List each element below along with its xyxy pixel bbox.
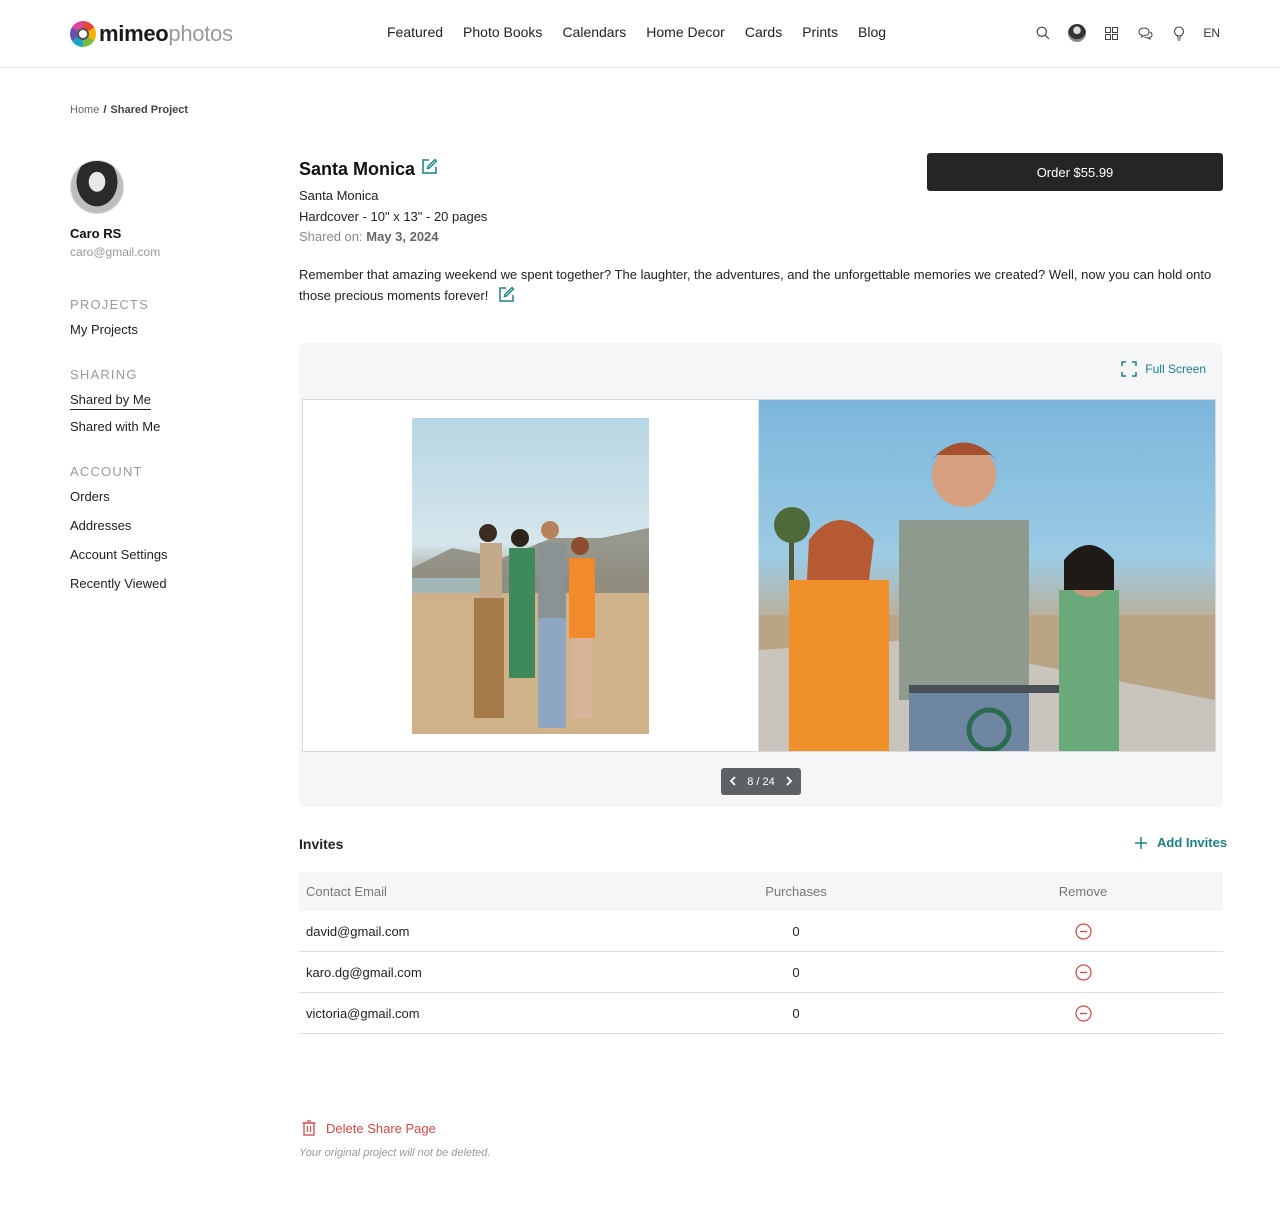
- table-row: david@gmail.com 0: [299, 911, 1223, 952]
- edit-title-icon[interactable]: [421, 158, 438, 180]
- edit-description-icon[interactable]: [498, 286, 515, 309]
- invite-email: victoria@gmail.com: [306, 1005, 420, 1021]
- remove-invite-button[interactable]: [1074, 1004, 1092, 1022]
- project-title-row: Santa Monica: [299, 158, 438, 180]
- sidebar-item-my-projects[interactable]: My Projects: [70, 322, 138, 337]
- breadcrumb-separator: /: [103, 104, 107, 116]
- lightbulb-icon[interactable]: [1169, 22, 1189, 44]
- delete-label: Delete Share Page: [326, 1120, 436, 1136]
- language-selector[interactable]: EN: [1203, 26, 1220, 40]
- delete-note: Your original project will not be delete…: [299, 1147, 491, 1159]
- table-row: karo.dg@gmail.com 0: [299, 952, 1223, 993]
- left-page: [303, 400, 759, 751]
- table-row: victoria@gmail.com 0: [299, 993, 1223, 1034]
- account-sidebar: Caro RS caro@gmail.com PROJECTS My Proje…: [70, 160, 260, 593]
- fullscreen-button[interactable]: Full Screen: [1121, 361, 1206, 377]
- nav-calendars[interactable]: Calendars: [562, 24, 626, 40]
- section-title-sharing: SHARING: [70, 367, 138, 382]
- nav-blog[interactable]: Blog: [858, 24, 886, 40]
- logo-icon: [70, 21, 96, 47]
- breadcrumb-home[interactable]: Home: [70, 104, 99, 116]
- sidebar-item-account-settings[interactable]: Account Settings: [70, 547, 168, 562]
- column-remove: Remove: [1058, 884, 1108, 899]
- project-subtitle: Santa Monica: [299, 188, 379, 203]
- book-spread: [302, 399, 1216, 752]
- sidebar-item-recently-viewed[interactable]: Recently Viewed: [70, 576, 167, 591]
- column-contact-email: Contact Email: [306, 884, 387, 899]
- invite-email: karo.dg@gmail.com: [306, 964, 422, 980]
- invites-title: Invites: [299, 836, 344, 852]
- user-email: caro@gmail.com: [70, 245, 161, 259]
- chat-icon[interactable]: [1135, 22, 1155, 44]
- nav-prints[interactable]: Prints: [802, 24, 838, 40]
- invites-table: Contact Email Purchases Remove david@gma…: [299, 872, 1223, 1034]
- sidebar-item-addresses[interactable]: Addresses: [70, 518, 131, 533]
- apps-grid-icon[interactable]: [1101, 22, 1121, 44]
- nav-cards[interactable]: Cards: [745, 24, 782, 40]
- remove-circle-icon: [1074, 963, 1092, 981]
- delete-share-page-button[interactable]: Delete Share Page: [302, 1120, 436, 1136]
- remove-invite-button[interactable]: [1074, 922, 1092, 940]
- avatar-image: [1068, 24, 1087, 42]
- right-page: [759, 400, 1215, 751]
- shared-on-label: Shared on:: [299, 229, 363, 244]
- add-invites-label: Add Invites: [1157, 835, 1228, 850]
- fullscreen-label: Full Screen: [1145, 362, 1206, 376]
- project-description: Remember that amazing weekend we spent t…: [299, 264, 1223, 309]
- sidebar-item-shared-by-me[interactable]: Shared by Me: [70, 392, 151, 410]
- header-actions: EN: [1033, 22, 1220, 44]
- remove-invite-button[interactable]: [1074, 963, 1092, 981]
- fullscreen-icon: [1121, 361, 1138, 377]
- beach-friends-photo: [412, 418, 649, 734]
- nav-photo-books[interactable]: Photo Books: [463, 24, 542, 40]
- section-title-projects: PROJECTS: [70, 297, 149, 312]
- breadcrumb-current: Shared Project: [110, 104, 189, 116]
- shared-on-date: May 3, 2024: [366, 229, 439, 244]
- main-nav: Featured Photo Books Calendars Home Deco…: [387, 24, 906, 40]
- trash-icon: [302, 1120, 316, 1136]
- project-title: Santa Monica: [299, 158, 416, 179]
- nav-home-decor[interactable]: Home Decor: [646, 24, 725, 40]
- remove-circle-icon: [1074, 1004, 1092, 1022]
- sidebar-item-orders[interactable]: Orders: [70, 489, 110, 504]
- invite-email: david@gmail.com: [306, 923, 410, 939]
- order-button[interactable]: Order $55.99: [927, 153, 1223, 191]
- search-icon[interactable]: [1033, 22, 1053, 44]
- breadcrumb: Home / Shared Project: [70, 104, 188, 116]
- description-text: Remember that amazing weekend we spent t…: [299, 267, 1212, 303]
- user-avatar: [70, 160, 124, 214]
- remove-circle-icon: [1074, 922, 1092, 940]
- add-invites-button[interactable]: Add Invites: [1134, 835, 1227, 850]
- logo[interactable]: mimeo photos: [70, 20, 233, 48]
- prev-page-button[interactable]: [729, 775, 737, 789]
- site-header: mimeo photos Featured Photo Books Calend…: [0, 0, 1280, 68]
- logo-text-light: photos: [168, 21, 233, 46]
- table-header: Contact Email Purchases Remove: [299, 872, 1223, 911]
- column-purchases: Purchases: [765, 884, 827, 899]
- next-page-button[interactable]: [785, 775, 793, 789]
- shared-on: Shared on: May 3, 2024: [299, 229, 439, 244]
- section-title-account: ACCOUNT: [70, 464, 143, 479]
- page-pager: 8 / 24: [721, 768, 801, 795]
- logo-text-bold: mimeo: [99, 21, 169, 46]
- invite-purchases: 0: [792, 923, 800, 939]
- invite-purchases: 0: [792, 1005, 800, 1021]
- user-name: Caro RS: [70, 226, 122, 241]
- project-spec: Hardcover - 10" x 13" - 20 pages: [299, 209, 488, 224]
- sidebar-item-shared-with-me[interactable]: Shared with Me: [70, 419, 160, 434]
- plus-icon: [1135, 836, 1147, 849]
- account-avatar[interactable]: [1067, 22, 1087, 44]
- page-indicator: 8 / 24: [747, 775, 775, 788]
- nav-featured[interactable]: Featured: [387, 24, 443, 40]
- invite-purchases: 0: [792, 964, 800, 980]
- book-preview: Full Screen 8 / 24: [299, 343, 1223, 807]
